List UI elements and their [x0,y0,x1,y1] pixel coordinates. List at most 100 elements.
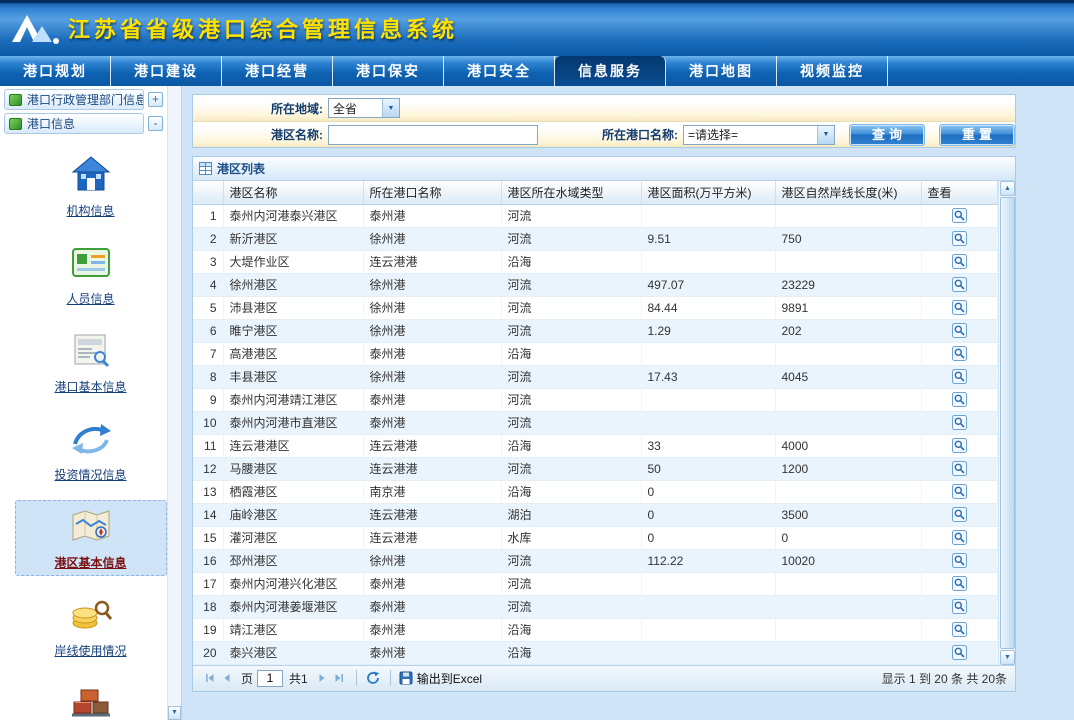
col-header-shoreline-length[interactable]: 港区自然岸线长度(米) [775,181,921,204]
table-row: 5沛县港区徐州港河流84.449891 [193,296,998,319]
page-input[interactable] [257,670,283,687]
view-record-icon[interactable] [952,599,967,614]
reset-button[interactable]: 重置 [939,124,1015,146]
sidebar-item-port-area-basic-info[interactable]: 港区基本信息 [15,500,167,576]
table-cell: 连云港港区 [223,434,363,457]
view-record-icon[interactable] [952,277,967,292]
main-nav: 港口规划港口建设港口经营港口保安港口安全信息服务港口地图视频监控 [0,56,1074,86]
view-record-icon[interactable] [952,507,967,522]
view-record-icon[interactable] [952,484,967,499]
port-name-select[interactable]: =请选择= ▼ [683,125,835,145]
table-cell: 连云港港 [363,526,501,549]
table-scrollbar[interactable]: ▲ ▼ [998,181,1015,665]
sidebar-item-org-info[interactable]: 机构信息 [15,148,167,224]
view-record-icon[interactable] [952,645,967,660]
nav-tab-1[interactable]: 港口规划 [0,56,111,86]
table-cell [641,641,775,664]
nav-tab-7[interactable]: 港口地图 [666,56,777,86]
col-header-water-type[interactable]: 港区所在水域类型 [501,181,641,204]
first-page-button[interactable] [201,670,218,687]
table-cell: 高港港区 [223,342,363,365]
port-name-label: 所在港口名称: [568,126,678,143]
next-page-button[interactable] [314,670,331,687]
table-cell: 112.22 [641,549,775,572]
view-record-icon[interactable] [952,300,967,315]
view-record-icon[interactable] [952,231,967,246]
table-cell [641,250,775,273]
view-record-icon[interactable] [952,530,967,545]
table-row: 6睢宁港区徐州港河流1.29202 [193,319,998,342]
nav-tab-3[interactable]: 港口经营 [222,56,333,86]
table-cell: 徐州港 [363,227,501,250]
nav-tab-4[interactable]: 港口保安 [333,56,444,86]
sidebar-item-investment-info[interactable]: 投资情况信息 [15,412,167,488]
refresh-button[interactable] [365,670,382,687]
scrollbar-thumb[interactable] [1000,197,1015,649]
view-record-icon[interactable] [952,553,967,568]
table-cell [921,434,998,457]
table-cell: 16 [193,549,223,572]
view-record-icon[interactable] [952,438,967,453]
table-row: 18泰州内河港姜堰港区泰州港河流 [193,595,998,618]
table-cell: 9 [193,388,223,411]
sidebar-scrollbar[interactable]: ▼ [167,86,181,720]
table-cell: 河流 [501,296,641,319]
view-record-icon[interactable] [952,254,967,269]
nav-tab-6[interactable]: 信息服务 [555,56,666,86]
view-record-icon[interactable] [952,461,967,476]
personnel-card-icon [69,242,113,285]
view-record-icon[interactable] [952,622,967,637]
table-cell: 靖江港区 [223,618,363,641]
col-header-area-name[interactable]: 港区名称 [223,181,363,204]
table-cell: 20 [193,641,223,664]
scroll-down-icon[interactable]: ▼ [1000,650,1015,665]
table-cell: 7 [193,342,223,365]
table-cell: 0 [641,526,775,549]
expand-toggle[interactable]: + [148,92,163,107]
table-cell [775,342,921,365]
nav-tab-5[interactable]: 港口安全 [444,56,555,86]
table-cell: 84.44 [641,296,775,319]
nav-tab-8[interactable]: 视频监控 [777,56,888,86]
col-header-view[interactable]: 查看 [921,181,998,204]
table-cell: 湖泊 [501,503,641,526]
export-excel-button[interactable]: 输出到Excel [399,670,482,687]
table-cell: 河流 [501,365,641,388]
col-header-area-size[interactable]: 港区面积(万平方米) [641,181,775,204]
sidebar-group-admin-info[interactable]: 港口行政管理部门信息 [4,89,144,110]
view-record-icon[interactable] [952,323,967,338]
table-row: 11连云港港区连云港港沿海334000 [193,434,998,457]
sidebar-item-shoreline-usage[interactable]: 岸线使用情况 [15,588,167,664]
scroll-down-icon[interactable]: ▼ [168,706,181,720]
nav-tab-2[interactable]: 港口建设 [111,56,222,86]
view-record-icon[interactable] [952,576,967,591]
port-area-name-input[interactable] [328,125,538,145]
dock-containers-icon [69,682,113,720]
port-area-name-label: 港区名称: [233,126,323,143]
table-cell: 泰州内河港靖江港区 [223,388,363,411]
table-cell [641,342,775,365]
sidebar-item-port-basic-info[interactable]: 港口基本信息 [15,324,167,400]
view-record-icon[interactable] [952,392,967,407]
view-record-icon[interactable] [952,208,967,223]
table-cell [921,549,998,572]
prev-page-button[interactable] [218,670,235,687]
table-cell: 泰州内河港泰兴港区 [223,204,363,227]
query-button[interactable]: 查询 [849,124,925,146]
collapse-toggle[interactable]: - [148,116,163,131]
record-count-summary: 显示 1 到 20 条 共 20条 [882,670,1007,687]
col-header-index[interactable] [193,181,223,204]
view-record-icon[interactable] [952,415,967,430]
sidebar-item-personnel-info[interactable]: 人员信息 [15,236,167,312]
last-page-button[interactable] [331,670,348,687]
sidebar-group-port-info[interactable]: 港口信息 [4,113,144,134]
building-house-icon [69,154,113,197]
region-select[interactable]: 全省 ▼ [328,98,400,118]
scroll-up-icon[interactable]: ▲ [1000,181,1015,196]
sidebar-item-dock-info[interactable]: 码头信息 [15,676,167,720]
table-cell [641,572,775,595]
table-cell: 连云港港 [363,250,501,273]
view-record-icon[interactable] [952,346,967,361]
col-header-port-name[interactable]: 所在港口名称 [363,181,501,204]
view-record-icon[interactable] [952,369,967,384]
